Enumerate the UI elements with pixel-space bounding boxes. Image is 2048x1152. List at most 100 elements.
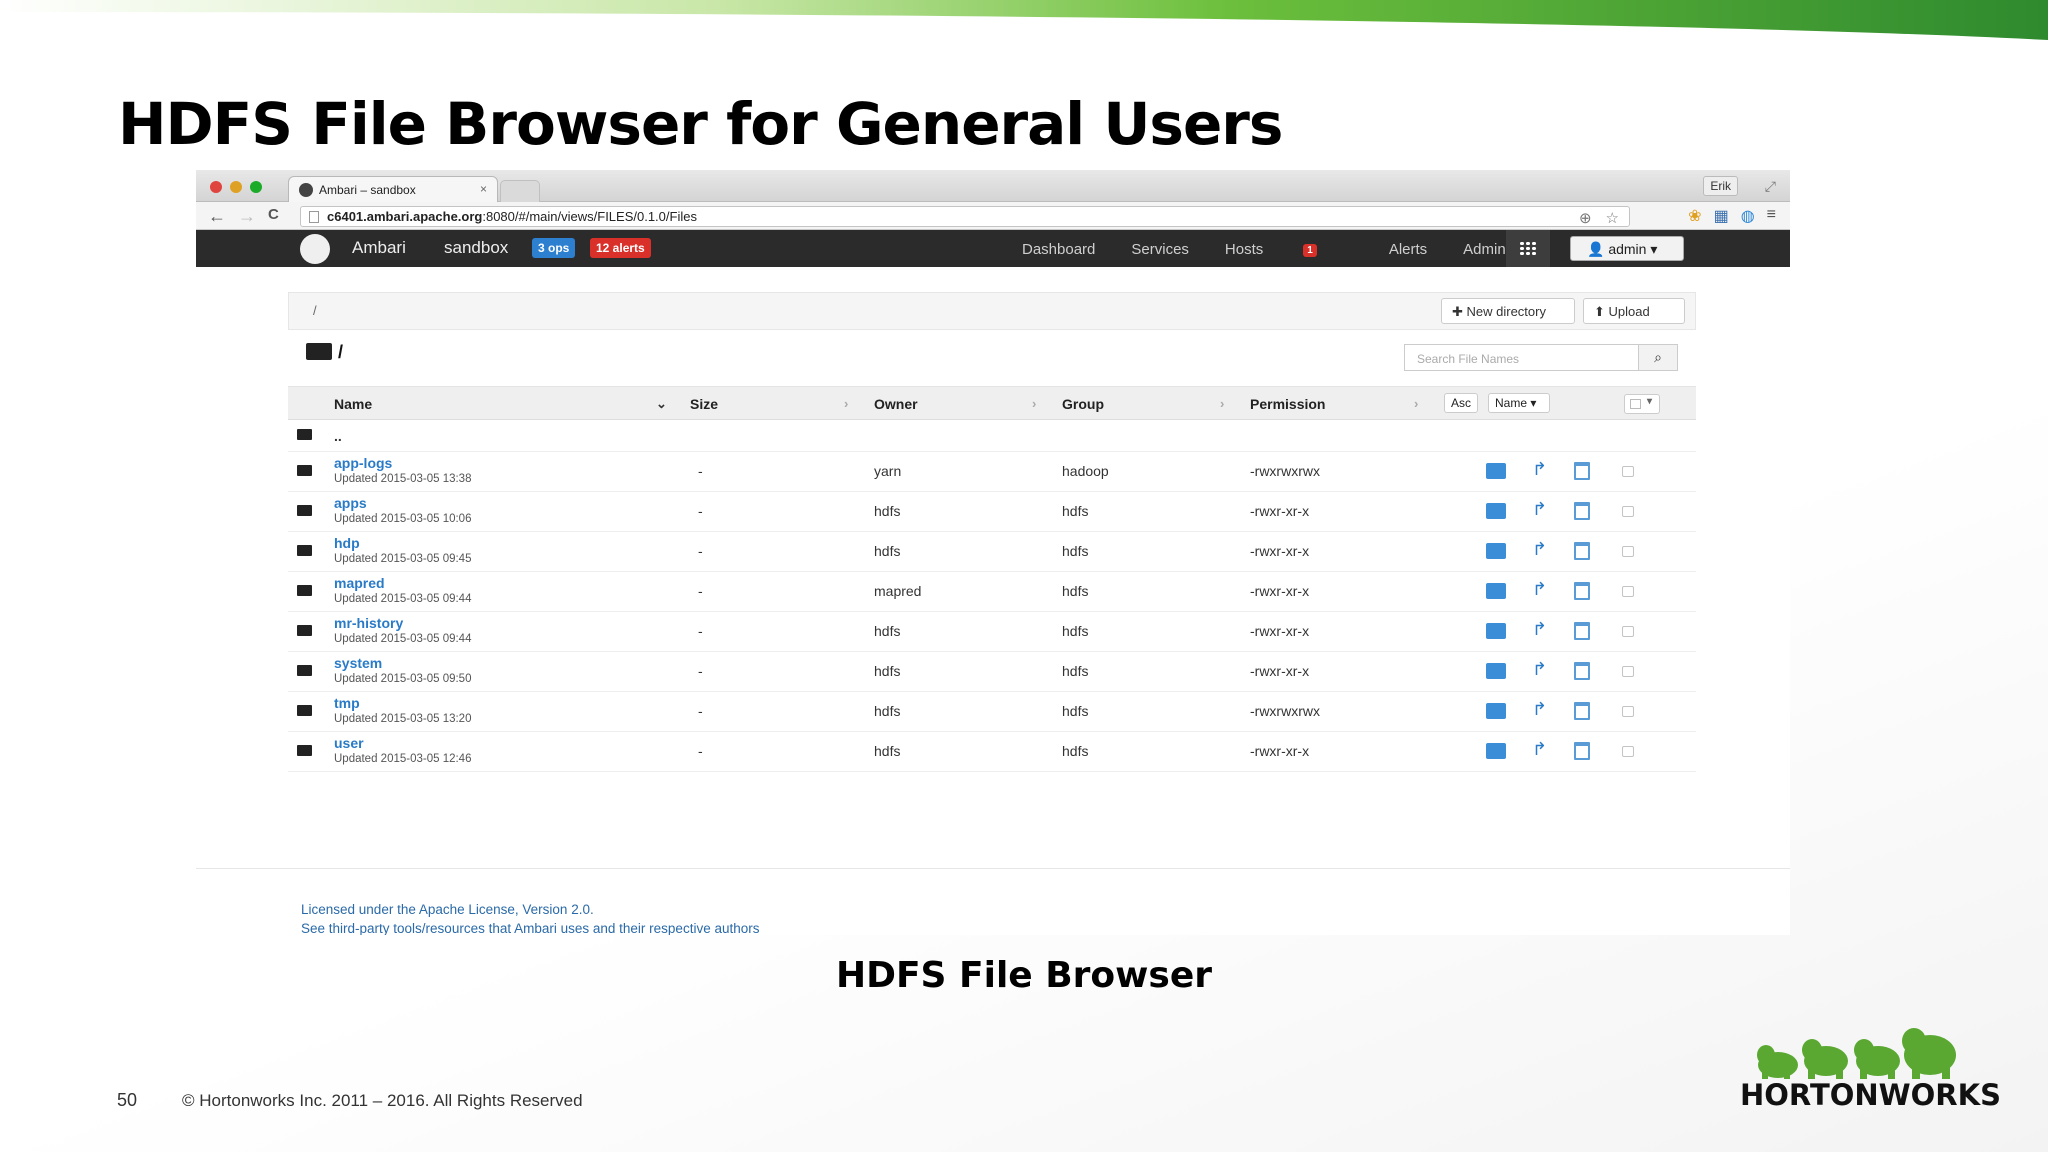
- back-arrow-icon[interactable]: ←: [208, 206, 226, 227]
- trash-icon[interactable]: [1574, 462, 1590, 480]
- nav-dashboard[interactable]: Dashboard: [1022, 241, 1095, 258]
- admin-user-menu[interactable]: 👤 admin ▾: [1570, 236, 1684, 261]
- search-input[interactable]: Search File Names: [1404, 344, 1640, 371]
- profile-user-tag[interactable]: Erik: [1703, 176, 1738, 196]
- rename-icon[interactable]: ↱: [1532, 499, 1547, 520]
- tab-close-icon[interactable]: ×: [480, 182, 487, 196]
- browser-tab[interactable]: Ambari – sandbox ×: [288, 176, 498, 202]
- rename-icon[interactable]: ↱: [1532, 579, 1547, 600]
- table-row[interactable]: mr-history Updated 2015-03-05 09:44 - hdfs h…: [288, 612, 1696, 652]
- ops-badge[interactable]: 3 ops: [532, 238, 576, 258]
- row-checkbox[interactable]: [1622, 666, 1634, 677]
- move-icon[interactable]: [1486, 743, 1506, 759]
- row-checkbox[interactable]: [1622, 466, 1634, 477]
- rename-icon[interactable]: ↱: [1532, 619, 1547, 640]
- table-row[interactable]: tmp Updated 2015-03-05 13:20 - hdfs hdfs -rwx…: [288, 692, 1696, 732]
- maximize-window-icon[interactable]: [250, 181, 262, 193]
- menu-icon[interactable]: ≡: [1767, 206, 1776, 226]
- trash-icon[interactable]: [1574, 662, 1590, 680]
- row-checkbox[interactable]: [1622, 546, 1634, 557]
- table-row[interactable]: hdp Updated 2015-03-05 09:45 - hdfs hdfs -rwx…: [288, 532, 1696, 572]
- new-tab-button[interactable]: [500, 180, 540, 202]
- parent-directory-row[interactable]: ..: [288, 420, 1696, 452]
- row-checkbox[interactable]: [1622, 506, 1634, 517]
- forward-arrow-icon[interactable]: →: [238, 206, 256, 227]
- nav-alerts[interactable]: Alerts: [1389, 241, 1427, 258]
- address-bar[interactable]: c6401.ambari.apache.org:8080/#/main/view…: [300, 206, 1630, 227]
- reload-icon[interactable]: C: [268, 206, 279, 227]
- sort-order-button[interactable]: Asc: [1444, 393, 1479, 413]
- file-permission[interactable]: -rwxrwxrwx: [1250, 703, 1320, 719]
- new-directory-button[interactable]: ✚ New directory: [1441, 298, 1575, 324]
- move-icon[interactable]: [1486, 623, 1506, 639]
- fullscreen-icon[interactable]: ⤢: [1765, 178, 1776, 195]
- move-icon[interactable]: [1486, 463, 1506, 479]
- file-name-link[interactable]: apps: [334, 495, 367, 511]
- move-icon[interactable]: [1486, 703, 1506, 719]
- trash-icon[interactable]: [1574, 622, 1590, 640]
- table-row[interactable]: mapred Updated 2015-03-05 09:44 - mapred hdf…: [288, 572, 1696, 612]
- file-permission[interactable]: -rwxr-xr-x: [1250, 623, 1309, 639]
- ambari-logo-icon[interactable]: [300, 234, 330, 264]
- bookmark-star-icon[interactable]: ☆: [1606, 209, 1619, 227]
- rename-icon[interactable]: ↱: [1532, 739, 1547, 760]
- table-row[interactable]: apps Updated 2015-03-05 10:06 - hdfs hdfs -rw…: [288, 492, 1696, 532]
- row-checkbox[interactable]: [1622, 706, 1634, 717]
- col-group[interactable]: Group: [1062, 396, 1104, 412]
- nav-services[interactable]: Services: [1131, 241, 1189, 258]
- file-name-link[interactable]: system: [334, 655, 382, 671]
- table-row[interactable]: user Updated 2015-03-05 12:46 - hdfs hdfs -rw…: [288, 732, 1696, 772]
- ambari-brand[interactable]: Ambari: [352, 238, 406, 258]
- trash-icon[interactable]: [1574, 742, 1590, 760]
- search-button[interactable]: ⌕: [1638, 344, 1678, 371]
- close-window-icon[interactable]: [210, 181, 222, 193]
- file-name-link[interactable]: hdp: [334, 535, 360, 551]
- file-permission[interactable]: -rwxr-xr-x: [1250, 743, 1309, 759]
- file-permission[interactable]: -rwxr-xr-x: [1250, 663, 1309, 679]
- move-icon[interactable]: [1486, 583, 1506, 599]
- col-permission[interactable]: Permission: [1250, 396, 1325, 412]
- file-name-link[interactable]: mapred: [334, 575, 385, 591]
- col-size[interactable]: Size: [690, 396, 718, 412]
- rename-icon[interactable]: ↱: [1532, 699, 1547, 720]
- row-checkbox[interactable]: [1622, 626, 1634, 637]
- trash-icon[interactable]: [1574, 702, 1590, 720]
- row-checkbox[interactable]: [1622, 586, 1634, 597]
- breadcrumb[interactable]: /: [313, 303, 317, 318]
- table-row[interactable]: system Updated 2015-03-05 09:50 - hdfs hdfs -…: [288, 652, 1696, 692]
- file-permission[interactable]: -rwxrwxrwx: [1250, 463, 1320, 479]
- license-link[interactable]: Licensed under the Apache License, Versi…: [301, 900, 759, 919]
- file-permission[interactable]: -rwxr-xr-x: [1250, 503, 1309, 519]
- minimize-window-icon[interactable]: [230, 181, 242, 193]
- table-row[interactable]: app-logs Updated 2015-03-05 13:38 - yarn had…: [288, 452, 1696, 492]
- nav-hosts[interactable]: Hosts 1: [1225, 241, 1353, 258]
- move-icon[interactable]: [1486, 663, 1506, 679]
- zoom-icon[interactable]: ⊕: [1579, 209, 1592, 227]
- parent-dir-link[interactable]: ..: [334, 428, 342, 444]
- file-name-link[interactable]: user: [334, 735, 364, 751]
- chevron-down-icon[interactable]: ⌄: [656, 396, 667, 412]
- trash-icon[interactable]: [1574, 502, 1590, 520]
- third-party-link[interactable]: See third-party tools/resources that Amb…: [301, 919, 759, 935]
- nav-admin[interactable]: Admin: [1463, 241, 1506, 258]
- sort-field-dropdown[interactable]: Name ▾: [1488, 393, 1550, 413]
- rename-icon[interactable]: ↱: [1532, 539, 1547, 560]
- extension-translate-icon[interactable]: ▦: [1714, 206, 1729, 226]
- col-owner[interactable]: Owner: [874, 396, 918, 412]
- move-icon[interactable]: [1486, 543, 1506, 559]
- col-name[interactable]: Name: [334, 396, 372, 412]
- row-checkbox[interactable]: [1622, 746, 1634, 757]
- trash-icon[interactable]: [1574, 582, 1590, 600]
- file-name-link[interactable]: tmp: [334, 695, 360, 711]
- extension-globe-icon[interactable]: ◍: [1741, 206, 1755, 226]
- rename-icon[interactable]: ↱: [1532, 659, 1547, 680]
- select-all-dropdown[interactable]: ▾: [1624, 394, 1660, 414]
- extension-paw-icon[interactable]: ❀: [1688, 206, 1701, 226]
- alerts-badge[interactable]: 12 alerts: [590, 238, 651, 258]
- file-name-link[interactable]: app-logs: [334, 455, 392, 471]
- rename-icon[interactable]: ↱: [1532, 459, 1547, 480]
- file-name-link[interactable]: mr-history: [334, 615, 403, 631]
- file-permission[interactable]: -rwxr-xr-x: [1250, 583, 1309, 599]
- upload-button[interactable]: ⬆ Upload: [1583, 298, 1685, 324]
- file-permission[interactable]: -rwxr-xr-x: [1250, 543, 1309, 559]
